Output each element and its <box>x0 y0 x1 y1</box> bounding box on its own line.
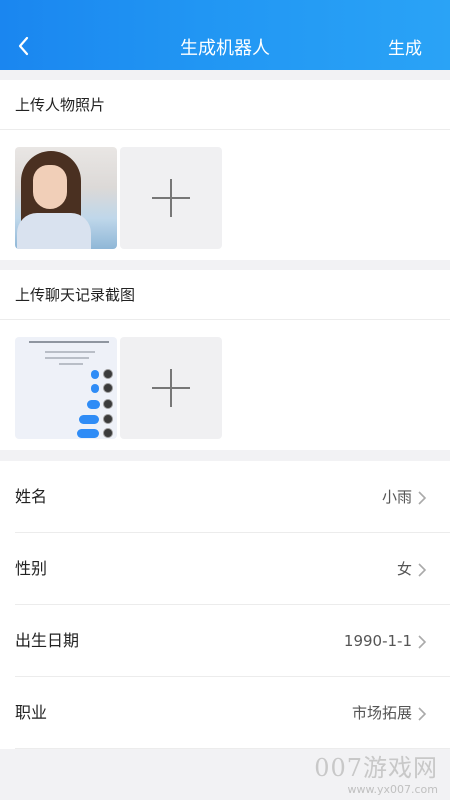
plus-icon <box>152 179 190 217</box>
field-row-birthdate[interactable]: 出生日期 1990-1-1 <box>0 605 450 677</box>
chat-screenshot-image <box>15 337 117 439</box>
field-row-name[interactable]: 姓名 小雨 <box>0 461 450 533</box>
field-label: 职业 <box>15 703 48 722</box>
generate-button[interactable]: 生成 <box>388 34 422 59</box>
field-value: 女 <box>396 560 412 578</box>
chat-section-heading: 上传聊天记录截图 <box>0 270 450 320</box>
watermark: 007游戏网 www.yx007.com <box>314 748 438 796</box>
field-value: 1990-1-1 <box>343 632 412 650</box>
page-title: 生成机器人 <box>180 38 270 59</box>
uploaded-chat-screenshot[interactable] <box>15 337 117 439</box>
field-label: 性别 <box>15 559 48 578</box>
field-label: 出生日期 <box>15 631 80 650</box>
add-chat-screenshot-button[interactable] <box>120 337 222 439</box>
chevron-right-icon <box>415 706 429 721</box>
chevron-right-icon <box>415 490 429 505</box>
watermark-url: www.yx007.com <box>347 783 438 796</box>
chat-upload-section: 上传聊天记录截图 <box>0 270 450 450</box>
nav-bar: 生成机器人 生成 <box>0 0 450 70</box>
photo-upload-section: 上传人物照片 <box>0 80 450 260</box>
field-value: 小雨 <box>381 488 412 506</box>
chevron-right-icon <box>415 634 429 649</box>
field-value: 市场拓展 <box>351 704 412 722</box>
field-row-gender[interactable]: 性别 女 <box>0 533 450 605</box>
watermark-brand: 007游戏网 <box>314 754 438 782</box>
chevron-right-icon <box>415 562 429 577</box>
chat-thumbnails <box>0 320 450 440</box>
add-photo-button[interactable] <box>120 147 222 249</box>
portrait-image <box>15 147 117 249</box>
photo-section-heading: 上传人物照片 <box>0 80 450 130</box>
uploaded-photo[interactable] <box>15 147 117 249</box>
photo-thumbnails <box>0 130 450 250</box>
field-label: 姓名 <box>15 487 48 506</box>
plus-icon <box>152 369 190 407</box>
field-row-occupation[interactable]: 职业 市场拓展 <box>0 677 450 749</box>
